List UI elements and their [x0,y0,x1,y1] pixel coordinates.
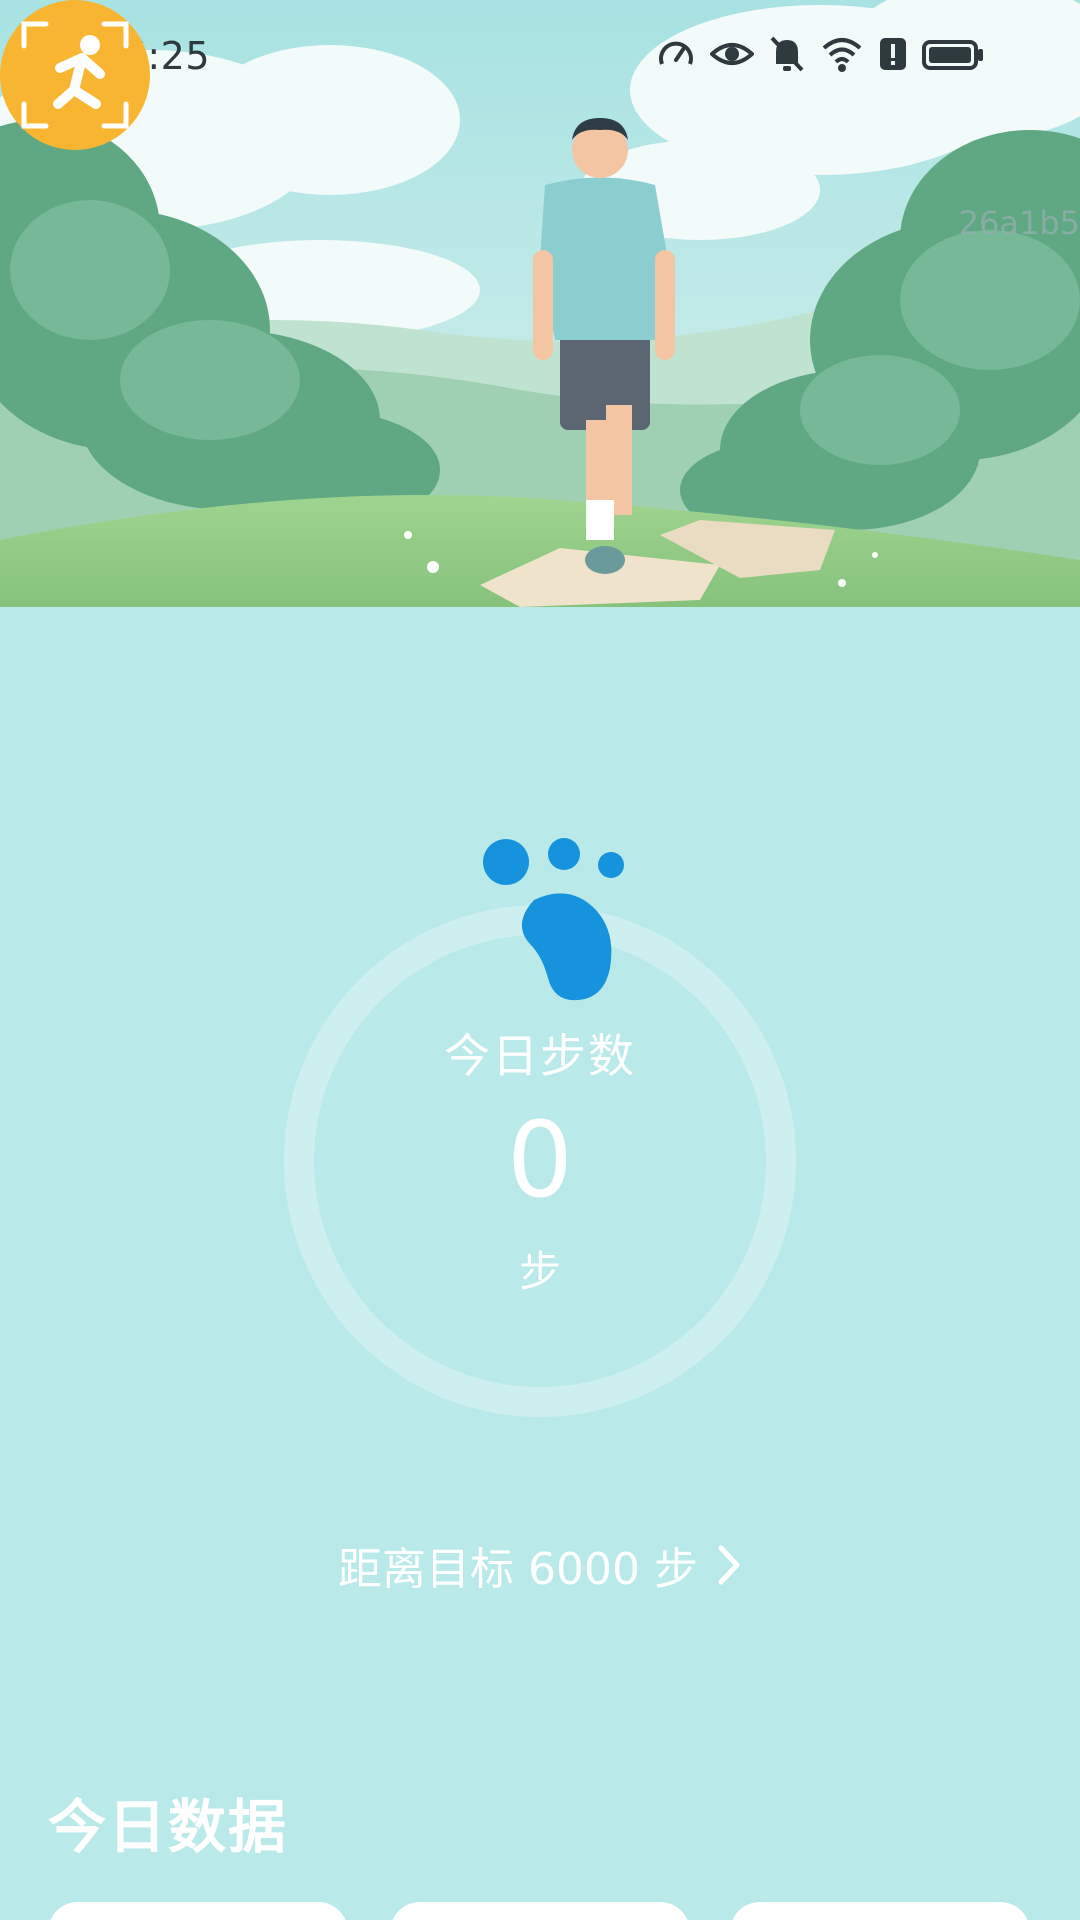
chevron-right-icon [718,1545,740,1585]
eye-icon [710,43,754,65]
status-icons [656,34,984,74]
alert-icon [880,38,906,70]
watermark: 26a1b5 [958,204,1080,242]
app-badge[interactable] [0,0,150,150]
running-man-icon [21,21,129,129]
today-data-cards [48,1902,1032,1920]
footprint-icon [483,838,624,1001]
status-bar: 16:25 [0,0,1080,110]
steps-value: 0 [506,1099,574,1221]
data-card[interactable] [730,1902,1030,1920]
speed-icon [659,41,693,65]
data-card[interactable] [390,1902,690,1920]
data-card[interactable] [48,1902,348,1920]
goal-label: 距离目标 6000 步 [338,1544,698,1595]
goal-link[interactable]: 距离目标 6000 步 [300,1535,780,1595]
step-counter-page: 16:25 26a1b5 今日步数 0 步 距离目标 6000 步 今日数据 [0,0,1080,1920]
today-data-title: 今日数据 [48,1793,289,1861]
steps-unit: 步 [518,1247,561,1296]
wifi-icon [822,38,862,72]
battery-icon [922,40,983,70]
bell-off-icon [770,36,804,72]
steps-title: 今日步数 [444,1029,636,1083]
